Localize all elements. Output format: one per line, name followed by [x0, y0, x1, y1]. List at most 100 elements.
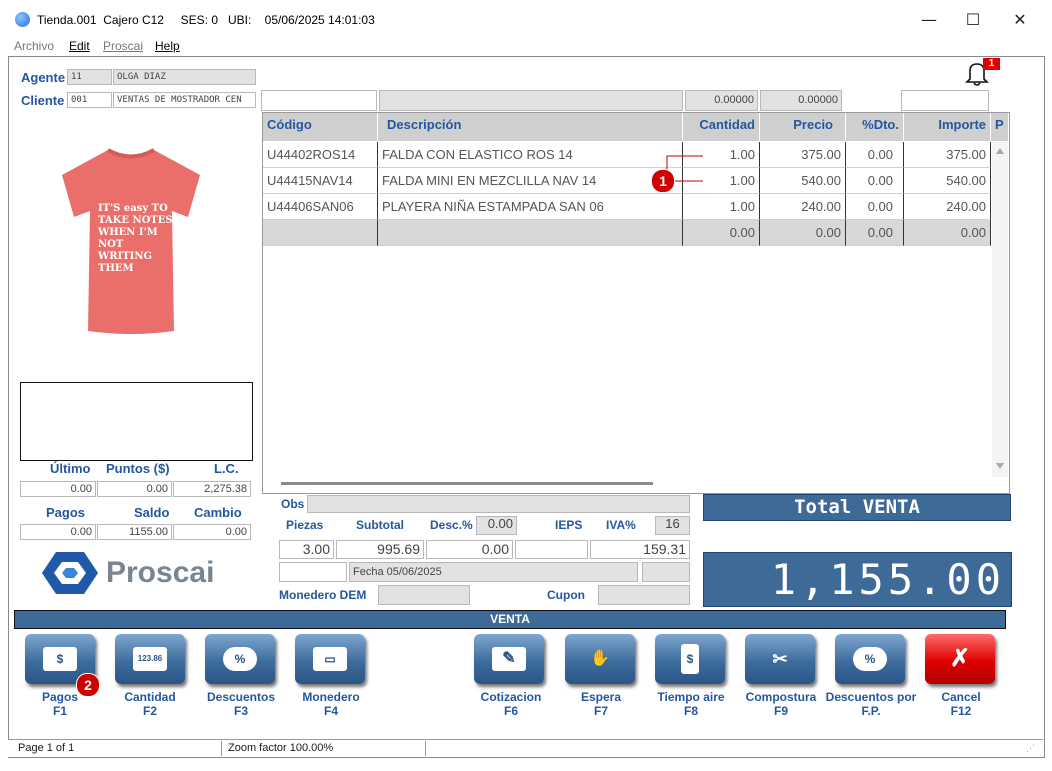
- saldo-label: Saldo: [134, 505, 170, 520]
- ieps-value: [515, 540, 588, 559]
- cliente-label: Cliente: [21, 93, 65, 108]
- menu-help[interactable]: Help: [155, 39, 180, 53]
- tiempo-aire-button[interactable]: $: [655, 634, 725, 684]
- table-cell[interactable]: 540.00: [904, 168, 991, 194]
- descuentos-button[interactable]: %: [205, 634, 275, 684]
- cantidad-button-label: Cantidad F2: [124, 690, 176, 718]
- totals-cell: 0.00: [683, 220, 760, 246]
- table-cell[interactable]: 0.00: [846, 142, 904, 168]
- agente-code-field[interactable]: 11: [67, 69, 112, 85]
- col-header-cantidad[interactable]: Cantidad: [683, 113, 760, 141]
- monedero-field[interactable]: [378, 585, 470, 605]
- table-cell[interactable]: FALDA CON ELASTICO ROS 14: [378, 142, 683, 168]
- col-header-descripcion[interactable]: Descripción: [378, 113, 683, 141]
- cotizacion-button[interactable]: ✎: [474, 634, 544, 684]
- table-cell[interactable]: PLAYERA NIÑA ESTAMPADA SAN 06: [378, 194, 683, 220]
- totals-cell: 0.00: [846, 220, 904, 246]
- discount-badge-icon: %: [223, 647, 257, 671]
- col-header-codigo[interactable]: Código: [263, 113, 378, 141]
- table-cell[interactable]: FALDA MINI EN MEZCLILLA NAV 14: [378, 168, 683, 194]
- table-cell[interactable]: 240.00: [760, 194, 846, 220]
- table-cell[interactable]: 375.00: [760, 142, 846, 168]
- cliente-code-field[interactable]: 001: [67, 92, 112, 108]
- totals-cell: 0.00: [760, 220, 846, 246]
- total-amount: 1,155.00: [770, 555, 1005, 604]
- iva-value: 159.31: [590, 540, 690, 559]
- cantidad-button[interactable]: 123.86: [115, 634, 185, 684]
- col-header-dto[interactable]: %Dto.: [846, 113, 904, 141]
- cupon-field[interactable]: [598, 585, 690, 605]
- menu-proscai[interactable]: Proscai: [103, 39, 143, 53]
- table-cell[interactable]: 375.00: [904, 142, 991, 168]
- saldo-value: 1155.00: [97, 524, 172, 540]
- monedero-button[interactable]: ▭: [295, 634, 365, 684]
- aux-field[interactable]: [279, 562, 347, 582]
- table-cell[interactable]: 540.00: [760, 168, 846, 194]
- horizontal-scrollbar[interactable]: [281, 482, 653, 485]
- menu-edit[interactable]: Edit: [69, 39, 90, 53]
- totals-cell: 0.00: [904, 220, 991, 246]
- col-header-importe[interactable]: Importe: [904, 113, 991, 141]
- compostura-button[interactable]: ✂: [745, 634, 815, 684]
- scroll-down-icon[interactable]: [996, 463, 1004, 469]
- cotizacion-button-label: Cotizacion F6: [480, 690, 542, 718]
- table-cell[interactable]: 0.00: [846, 168, 904, 194]
- aux-field-2[interactable]: [642, 562, 690, 582]
- app-globe-icon: [15, 12, 30, 27]
- preview-box: [20, 382, 253, 461]
- compostura-button-label: Compostura F9: [745, 690, 817, 718]
- table-cell[interactable]: 0.00: [846, 194, 904, 220]
- shirt-text-line-3: WHEN I'M NOT: [98, 227, 158, 250]
- mode-bar: VENTA: [14, 610, 1006, 629]
- price-input[interactable]: 0.00000: [760, 90, 842, 111]
- obs-field[interactable]: [307, 495, 690, 513]
- close-button[interactable]: ✕: [1002, 8, 1038, 32]
- desc-pct-field[interactable]: 0.00: [476, 516, 517, 535]
- col-header-p[interactable]: P: [991, 113, 1009, 141]
- total-label: Total VENTA: [794, 496, 920, 518]
- table-cell[interactable]: 240.00: [904, 194, 991, 220]
- descuentos-fp-button[interactable]: %: [835, 634, 905, 684]
- iva-pct-field[interactable]: 16: [655, 516, 690, 535]
- extra-input[interactable]: [901, 90, 989, 111]
- espera-button-label: Espera F7: [580, 690, 622, 718]
- quantity-input[interactable]: 0.00000: [685, 90, 758, 111]
- cancel-button[interactable]: ✗: [925, 634, 995, 684]
- espera-button[interactable]: ✋: [565, 634, 635, 684]
- menu-bar: Archivo Edit Proscai Help: [8, 38, 1043, 56]
- cliente-name-field[interactable]: VENTAS DE MOSTRADOR CEN: [113, 92, 256, 108]
- resize-grip-icon[interactable]: ⋰: [1026, 743, 1035, 754]
- proscai-logo-text: Proscai: [106, 556, 215, 589]
- menu-archivo[interactable]: Archivo: [14, 39, 54, 53]
- page-indicator: Page 1 of 1: [12, 741, 222, 756]
- scroll-up-icon[interactable]: [996, 148, 1004, 154]
- table-cell[interactable]: 1.00: [683, 194, 760, 220]
- maximize-button[interactable]: ☐: [955, 8, 991, 32]
- items-grid[interactable]: Código Descripción Cantidad Precio %Dto.…: [262, 112, 1010, 494]
- code-search-input[interactable]: [261, 90, 377, 111]
- agente-name-field[interactable]: OLGA DIAZ: [113, 69, 256, 85]
- discount-badge-icon: %: [853, 647, 887, 671]
- shirt-text-line-4: WRITING THEM: [98, 251, 153, 274]
- cancel-x-icon: ✗: [949, 645, 971, 672]
- descuento-value: 0.00: [426, 540, 513, 559]
- quote-edit-icon: ✎: [492, 647, 526, 671]
- minimize-button[interactable]: —: [911, 8, 947, 32]
- phone-icon: $: [681, 644, 699, 674]
- descuentos-fp-button-label: Descuentos por F.P.: [825, 690, 917, 718]
- callout-badge-1: 1: [651, 169, 675, 193]
- table-cell[interactable]: U44406SAN06: [263, 194, 378, 220]
- status-bar: Page 1 of 1 Zoom factor 100.00% ⋰: [8, 739, 1043, 757]
- cancel-button-label: Cancel F12: [941, 690, 981, 718]
- cupon-label: Cupon: [547, 588, 585, 602]
- table-cell[interactable]: U44402ROS14: [263, 142, 378, 168]
- shirt-text-line-1: IT'S easy TO: [98, 203, 168, 214]
- scissors-icon: ✂: [772, 649, 788, 669]
- tiempo-aire-button-label: Tiempo aire F8: [657, 690, 725, 718]
- vertical-scrollbar[interactable]: [992, 142, 1008, 477]
- fecha-field: Fecha 05/06/2025: [349, 562, 638, 582]
- table-cell[interactable]: U44415NAV14: [263, 168, 378, 194]
- piezas-label: Piezas: [286, 518, 324, 532]
- col-header-precio[interactable]: Precio: [760, 113, 846, 141]
- description-search-input[interactable]: [379, 90, 683, 111]
